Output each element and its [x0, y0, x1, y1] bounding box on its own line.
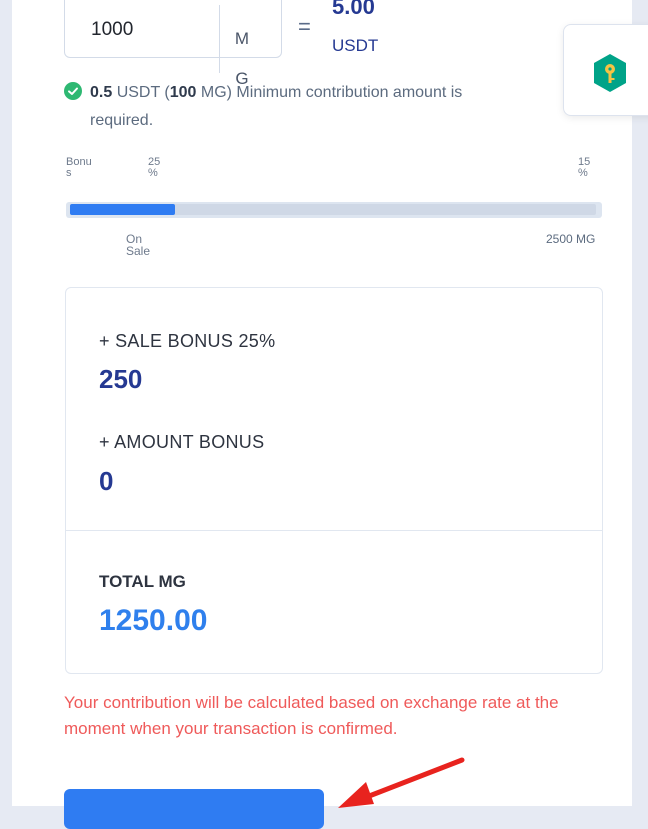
amount-input[interactable]: 1000 MG [64, 0, 282, 88]
amount-bonus-value: 0 [99, 466, 114, 496]
progress-fill [70, 204, 175, 215]
exchange-rate-note: Your contribution will be calculated bas… [64, 693, 559, 738]
min-text-b: MG) Minimum contribution amount is [196, 84, 463, 101]
on-sale-label: On Sale [126, 232, 151, 258]
total-mg-value: 1250.00 [99, 604, 208, 637]
equals-sign: = [298, 14, 311, 39]
min-amount-usdt: 0.5 [90, 84, 113, 101]
min-amount-mg: 100 [169, 84, 197, 101]
tier2-percent: 15 % [578, 156, 591, 179]
minimum-contribution-note: 0.5 USDT (100 MG) Minimum contribution a… [64, 80, 564, 133]
sale-bonus-label: + SALE BONUS 25% [99, 331, 276, 351]
bonus-breakdown-card: + SALE BONUS 25% 250 + AMOUNT BONUS 0 TO… [65, 287, 603, 674]
amount-value[interactable]: 1000 [91, 19, 133, 41]
card-divider [66, 530, 602, 531]
usdt-currency: USDT [332, 36, 379, 55]
key-icon[interactable] [592, 53, 628, 98]
total-mg-label: TOTAL MG [99, 572, 186, 591]
amount-bonus-label: + AMOUNT BONUS [99, 432, 265, 452]
bonus-max-label: 2500 MG [546, 232, 596, 246]
key-widget[interactable] [563, 24, 648, 116]
tier1-percent: 25 % [148, 156, 161, 179]
min-text-c: required. [90, 112, 154, 129]
check-circle-icon [64, 82, 82, 108]
usdt-value: 5.00 [332, 0, 375, 19]
sale-bonus-value: 250 [99, 364, 143, 394]
bonus-scale-label: Bonus [66, 156, 92, 179]
min-text-a: USDT ( [112, 84, 170, 101]
red-arrow-annotation [330, 752, 470, 817]
unit-divider [219, 5, 220, 73]
submit-button[interactable] [64, 789, 324, 829]
bonus-progress-bar [66, 202, 602, 218]
